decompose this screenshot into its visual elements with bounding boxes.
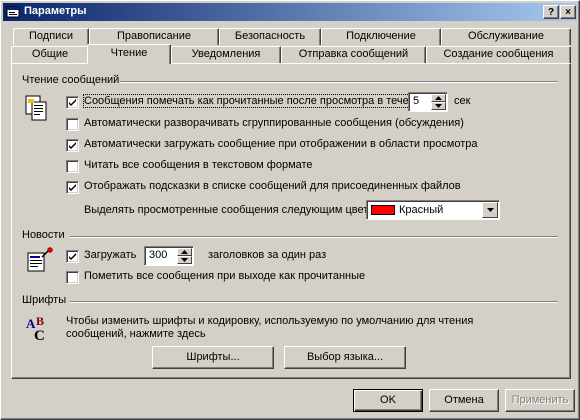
- close-icon: ×: [565, 7, 571, 18]
- seconds-unit-label: сек: [454, 95, 471, 107]
- language-button[interactable]: Выбор языка...: [284, 346, 406, 369]
- stepper-arrows: [431, 94, 446, 110]
- window-title: Параметры: [24, 5, 87, 17]
- tab-security[interactable]: Безопасность: [219, 28, 321, 45]
- document-read-icon: [25, 95, 47, 121]
- stepper-down-button[interactable]: [431, 102, 446, 110]
- arrow-down-icon: [181, 258, 188, 262]
- tab-label: Безопасность: [234, 30, 306, 42]
- svg-text:B: B: [36, 314, 44, 328]
- arrow-up-icon: [181, 250, 188, 254]
- help-icon: ?: [547, 7, 555, 18]
- highlight-color-select[interactable]: Красный: [366, 200, 500, 220]
- newspaper-pin-icon: [27, 247, 53, 272]
- arrow-down-icon: [435, 104, 442, 108]
- tooltips-label[interactable]: Отображать подсказки в списке сообщений …: [84, 180, 461, 192]
- app-icon: [6, 6, 20, 18]
- expand-groups-checkbox[interactable]: [66, 118, 79, 131]
- tab-panel-read: Чтение сообщений Сообщения помечать как …: [11, 63, 571, 379]
- tab-label: Подписи: [29, 30, 73, 42]
- reading-group-title: Чтение сообщений: [22, 74, 120, 86]
- fonts-description-line2: сообщений, нажмите здесь: [66, 328, 206, 340]
- apply-button[interactable]: Применить: [505, 389, 575, 412]
- tab-maintenance[interactable]: Обслуживание: [441, 28, 571, 45]
- options-dialog: Параметры ? × Подписи Правописание Безоп…: [0, 0, 580, 420]
- tab-label: Уведомления: [191, 48, 261, 60]
- svg-text:C: C: [34, 328, 45, 344]
- tab-compose[interactable]: Создание сообщения: [426, 46, 571, 63]
- auto-download-label[interactable]: Автоматически загружать сообщение при от…: [84, 138, 478, 150]
- language-button-label: Выбор языка...: [306, 351, 384, 363]
- tab-signatures[interactable]: Подписи: [13, 28, 89, 45]
- help-button[interactable]: ?: [543, 5, 559, 19]
- mark-on-exit-checkbox[interactable]: [66, 271, 79, 284]
- highlight-color-label: Выделять просмотренные сообщения следующ…: [84, 204, 385, 216]
- download-news-checkbox[interactable]: [66, 250, 79, 263]
- stepper-down-button[interactable]: [177, 256, 192, 264]
- news-group-title: Новости: [22, 229, 65, 241]
- fonts-button-label: Шрифты...: [186, 351, 240, 363]
- stepper-arrows: [177, 248, 192, 264]
- fonts-group-title: Шрифты: [22, 294, 67, 306]
- tab-connection[interactable]: Подключение: [321, 28, 441, 45]
- headers-suffix-label: заголовков за один раз: [208, 249, 327, 261]
- tab-label: Создание сообщения: [443, 48, 554, 60]
- dropdown-button[interactable]: [482, 202, 498, 218]
- fonts-description-line1: Чтобы изменить шрифты и кодировку, испол…: [66, 315, 474, 327]
- tab-label: Общие: [31, 48, 69, 60]
- checkmark-icon: [69, 253, 76, 260]
- news-divider: [70, 236, 558, 238]
- plain-text-checkbox[interactable]: [66, 160, 79, 173]
- cancel-button-label: Отмена: [444, 394, 484, 406]
- tab-read[interactable]: Чтение: [87, 44, 171, 64]
- color-swatch: [371, 205, 395, 215]
- tab-spelling[interactable]: Правописание: [89, 28, 219, 45]
- close-button[interactable]: ×: [560, 5, 576, 19]
- fonts-button[interactable]: Шрифты...: [152, 346, 274, 369]
- highlight-color-value: Красный: [399, 204, 444, 216]
- tab-label: Чтение: [110, 47, 148, 59]
- mark-read-seconds-stepper[interactable]: 5: [408, 92, 448, 112]
- tab-label: Обслуживание: [468, 30, 544, 42]
- stepper-up-button[interactable]: [431, 94, 446, 102]
- plain-text-label[interactable]: Читать все сообщения в текстовом формате: [84, 159, 313, 171]
- chevron-down-icon: [487, 208, 494, 212]
- arrow-up-icon: [435, 96, 442, 100]
- tab-notifications[interactable]: Уведомления: [171, 46, 281, 63]
- reading-divider: [120, 81, 558, 83]
- mark-read-seconds-value: 5: [413, 95, 420, 107]
- expand-groups-label[interactable]: Автоматически разворачивать сгруппирован…: [84, 117, 464, 129]
- tab-label: Подключение: [346, 30, 416, 42]
- stepper-up-button[interactable]: [177, 248, 192, 256]
- auto-download-checkbox[interactable]: [66, 139, 79, 152]
- tooltips-checkbox[interactable]: [66, 181, 79, 194]
- checkmark-icon: [69, 184, 76, 191]
- mark-read-checkbox[interactable]: [66, 96, 79, 109]
- mark-read-label[interactable]: Сообщения помечать как прочитанные после…: [82, 94, 429, 108]
- headers-count-stepper[interactable]: 300: [144, 246, 194, 266]
- headers-count-value: 300: [149, 249, 168, 261]
- fonts-divider: [70, 301, 558, 303]
- apply-button-label: Применить: [511, 394, 569, 406]
- tab-send[interactable]: Отправка сообщений: [281, 46, 426, 63]
- tab-general[interactable]: Общие: [11, 46, 89, 63]
- cancel-button[interactable]: Отмена: [429, 389, 499, 412]
- tab-label: Правописание: [116, 30, 192, 42]
- checkmark-icon: [69, 142, 76, 149]
- ok-button[interactable]: OK: [353, 389, 423, 412]
- mark-on-exit-label[interactable]: Пометить все сообщения при выходе как пр…: [84, 270, 365, 282]
- ok-button-label: OK: [380, 394, 396, 406]
- title-bar[interactable]: Параметры ? ×: [3, 3, 577, 21]
- checkmark-icon: [69, 99, 76, 106]
- font-abc-icon: A B C: [26, 314, 45, 344]
- download-news-label[interactable]: Загружать: [84, 249, 136, 261]
- tab-label: Отправка сообщений: [298, 48, 409, 60]
